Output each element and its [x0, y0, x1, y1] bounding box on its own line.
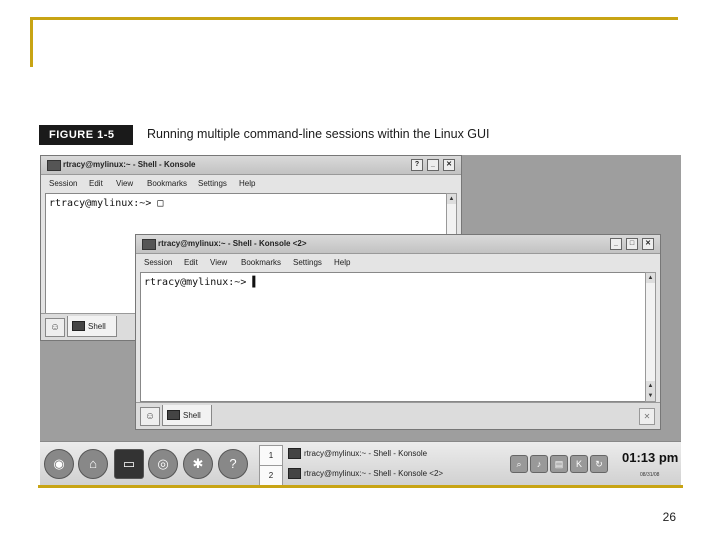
tab-label: Shell	[88, 322, 106, 331]
window-1-title: rtracy@mylinux:~ - Shell - Konsole	[63, 160, 196, 169]
terminal-icon	[72, 321, 85, 331]
window-2-title: rtracy@mylinux:~ - Shell - Konsole <2>	[158, 239, 307, 248]
window-2-minimize-button[interactable]: _	[610, 238, 622, 250]
update-icon[interactable]: ↻	[590, 455, 608, 473]
menu-settings[interactable]: Settings	[293, 258, 322, 267]
figure-caption: Running multiple command-line sessions w…	[147, 127, 490, 141]
slide-left-rule	[30, 17, 33, 67]
scroll-up-icon[interactable]: ▲	[447, 194, 456, 204]
task-label: rtracy@mylinux:~ - Shell - Konsole	[304, 449, 428, 458]
home-icon[interactable]: ⌂	[78, 449, 108, 479]
new-tab-button[interactable]: ☺	[45, 318, 65, 337]
taskbar: ◉ ⌂ ▭ ◎ ✱ ? 1 2 rtracy@mylinux:~ - Shell…	[40, 441, 681, 485]
menu-edit[interactable]: Edit	[89, 179, 103, 188]
search-icon[interactable]: ⌕	[510, 455, 528, 473]
menu-settings[interactable]: Settings	[198, 179, 227, 188]
window-1-close-button[interactable]: ✕	[443, 159, 455, 171]
network-icon[interactable]: ◎	[148, 449, 178, 479]
clock-date: 08/31/08	[640, 472, 660, 478]
cursor: □	[157, 198, 164, 209]
keyboard-icon[interactable]: K	[570, 455, 588, 473]
window-2-titlebar[interactable]: rtracy@mylinux:~ - Shell - Konsole <2> _…	[136, 235, 660, 254]
close-tab-button[interactable]: ✕	[639, 408, 655, 425]
konsole-window-2[interactable]: rtracy@mylinux:~ - Shell - Konsole <2> _…	[135, 234, 661, 430]
menu-bookmarks[interactable]: Bookmarks	[241, 258, 281, 267]
menu-help[interactable]: Help	[239, 179, 255, 188]
window-2-maximize-button[interactable]: □	[626, 238, 638, 250]
menu-session[interactable]: Session	[49, 179, 77, 188]
window-1-menubar: Session Edit View Bookmarks Settings Hel…	[41, 175, 461, 191]
settings-icon[interactable]: ✱	[183, 449, 213, 479]
terminal-icon	[288, 468, 301, 479]
window-2-terminal[interactable]: rtracy@mylinux:~> ▌	[140, 272, 646, 402]
terminal-icon	[47, 160, 61, 171]
window-2-tabbar: ☺ Shell ✕	[136, 402, 660, 429]
page-number: 26	[662, 510, 676, 524]
menu-bookmarks[interactable]: Bookmarks	[147, 179, 187, 188]
window-1-titlebar[interactable]: rtracy@mylinux:~ - Shell - Konsole ? _ ✕	[41, 156, 461, 175]
window-2-close-button[interactable]: ✕	[642, 238, 654, 250]
scroll-up-icon[interactable]: ▲	[646, 273, 655, 283]
terminal-icon	[288, 448, 301, 459]
figure-label: FIGURE 1-5	[39, 125, 133, 145]
window-2-tab-shell[interactable]: Shell	[162, 405, 212, 426]
desktop-pager-2[interactable]: 2	[259, 465, 283, 485]
window-1-tab-shell[interactable]: Shell	[67, 316, 117, 337]
window-2-scrollbar[interactable]: ▲ ▲ ▼	[645, 272, 656, 402]
window-1-help-button[interactable]: ?	[411, 159, 423, 171]
scroll-down-icon[interactable]: ▼	[646, 391, 655, 401]
cursor: ▌	[252, 277, 259, 288]
window-1-minimize-button[interactable]: _	[427, 159, 439, 171]
help-icon[interactable]: ?	[218, 449, 248, 479]
tab-label: Shell	[183, 411, 201, 420]
slide-bottom-rule	[38, 485, 683, 488]
clock-time[interactable]: 01:13 pm	[622, 450, 678, 465]
menu-help[interactable]: Help	[334, 258, 350, 267]
clipboard-icon[interactable]: ▤	[550, 455, 568, 473]
slide-top-rule	[30, 17, 678, 20]
prompt-text: rtracy@mylinux:~>	[49, 198, 158, 209]
scroll-up-icon[interactable]: ▲	[646, 381, 655, 391]
menu-view[interactable]: View	[116, 179, 133, 188]
new-tab-button[interactable]: ☺	[140, 407, 160, 426]
kmenu-icon[interactable]: ◉	[44, 449, 74, 479]
desktop-screenshot: rtracy@mylinux:~ - Shell - Konsole ? _ ✕…	[40, 155, 681, 485]
task-label: rtracy@mylinux:~ - Shell - Konsole <2>	[304, 469, 444, 478]
volume-icon[interactable]: ♪	[530, 455, 548, 473]
window-2-prompt: rtracy@mylinux:~> ▌	[144, 277, 258, 288]
terminal-icon	[167, 410, 180, 420]
menu-view[interactable]: View	[210, 258, 227, 267]
window-1-prompt: rtracy@mylinux:~> □	[49, 198, 163, 209]
terminal-icon	[142, 239, 156, 250]
menu-session[interactable]: Session	[144, 258, 172, 267]
menu-edit[interactable]: Edit	[184, 258, 198, 267]
prompt-text: rtracy@mylinux:~>	[144, 277, 253, 288]
desktop-pager-1[interactable]: 1	[259, 445, 283, 467]
window-2-menubar: Session Edit View Bookmarks Settings Hel…	[136, 254, 660, 270]
terminal-icon[interactable]: ▭	[114, 449, 144, 479]
